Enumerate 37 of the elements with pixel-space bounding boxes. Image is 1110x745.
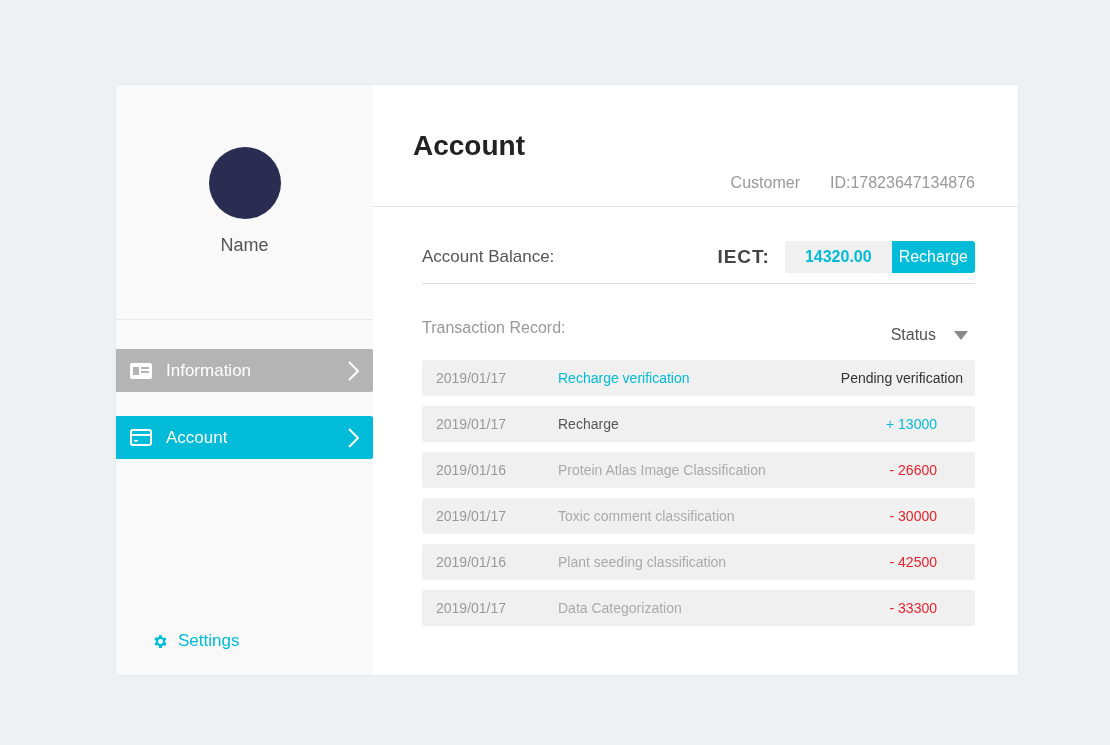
- id-card-icon: [130, 362, 152, 379]
- settings-icon: [152, 632, 169, 650]
- transaction-date: 2019/01/17: [436, 370, 508, 386]
- transaction-date: 2019/01/17: [436, 600, 508, 616]
- recharge-button[interactable]: Recharge: [891, 241, 975, 273]
- credit-card-icon: [130, 429, 152, 446]
- transaction-amount: + 13000: [886, 416, 938, 432]
- dropdown-caret-icon: [954, 330, 968, 340]
- chevron-right-icon: [348, 360, 359, 381]
- transaction-link[interactable]: Recharge verification: [558, 370, 841, 386]
- customer-label: Customer: [730, 174, 800, 192]
- transaction-amount: - 42500: [889, 554, 938, 570]
- chevron-right-icon: [348, 427, 359, 448]
- transaction-amount: - 30000: [889, 508, 938, 524]
- currency-label: IECT:: [717, 246, 770, 268]
- transaction-description: Data Categorization: [558, 600, 683, 616]
- transaction-description: Recharge: [558, 416, 620, 432]
- page-title: Account: [413, 130, 525, 162]
- settings-link[interactable]: Settings: [152, 631, 240, 651]
- transaction-description: Toxic comment classification: [558, 508, 736, 524]
- section-title: Transaction Record:: [422, 319, 566, 337]
- sidebar-item[interactable]: Account: [116, 416, 373, 459]
- transaction-date: 2019/01/16: [436, 554, 508, 570]
- balance-amount: 14320.00: [784, 241, 892, 273]
- status-filter[interactable]: Status: [890, 326, 975, 344]
- transaction-amount: - 33300: [889, 600, 938, 616]
- transaction-description: Protein Atlas Image Classification: [558, 462, 767, 478]
- transaction-date: 2019/01/16: [436, 462, 508, 478]
- balance-label: Account Balance:: [422, 247, 556, 267]
- transaction-date: 2019/01/17: [436, 416, 508, 432]
- sidebar-item[interactable]: Information: [116, 349, 373, 392]
- user-name: Name: [220, 235, 269, 256]
- transaction-description: Plant seeding classification: [558, 554, 728, 570]
- transaction-date: 2019/01/17: [436, 508, 508, 524]
- customer-id: ID:17823647134876: [829, 174, 975, 192]
- transaction-amount: - 26600: [889, 462, 938, 478]
- transaction-status: Pending verification: [840, 370, 963, 386]
